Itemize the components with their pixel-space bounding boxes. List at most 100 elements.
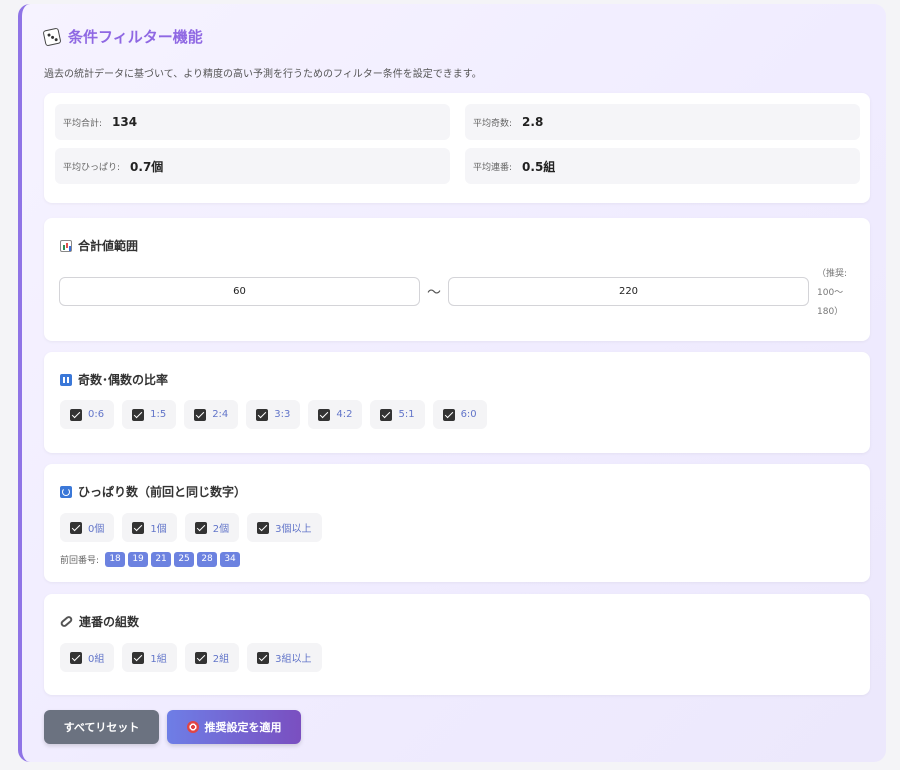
apply-recommended-button[interactable]: 推奨設定を適用	[167, 710, 301, 744]
odd-even-option[interactable]: 3:3	[246, 400, 301, 429]
previous-number-badge: 28	[197, 552, 218, 567]
option-label: 1個	[150, 524, 167, 535]
option-label: 2組	[212, 654, 230, 665]
odd-even-option[interactable]: 4:2	[308, 400, 363, 429]
odd-even-option[interactable]: 0:6	[60, 400, 115, 429]
hint-line: 100〜	[817, 288, 844, 298]
odd-even-option[interactable]: 5:1	[370, 400, 425, 429]
bar-chart-icon	[60, 239, 72, 252]
hint-line: （推奨:	[817, 269, 848, 279]
stat-value: 2.8	[522, 115, 544, 129]
option-label: 3個以上	[275, 524, 312, 535]
option-label: 2個	[212, 524, 230, 535]
hint-line: 180）	[817, 307, 844, 317]
odd-even-options: 0:6 1:5 2:4 3:3 4:2 5:1 6:0	[60, 400, 487, 429]
consecutive-options: 0組 1組 2組 3組以上	[60, 643, 322, 672]
consecutive-option[interactable]: 2組	[184, 643, 240, 672]
range-separator: 〜	[427, 285, 441, 301]
panel-title: 条件フィルター機能	[42, 26, 203, 47]
checkbox-checked-icon[interactable]	[318, 408, 331, 421]
filter-panel: 条件フィルター機能 過去の統計データに基づいて、より精度の高い予測を行うためのフ…	[18, 4, 886, 762]
sum-max-input[interactable]: 220	[448, 277, 809, 306]
odd-even-card: 奇数･偶数の比率 0:6 1:5 2:4 3:3 4:2 5:1 6:0	[44, 352, 870, 453]
option-label: 2:4	[212, 409, 229, 420]
panel-description: 過去の統計データに基づいて、より精度の高い予測を行うためのフィルター条件を設定で…	[44, 69, 482, 80]
option-label: 0:6	[88, 409, 105, 420]
pull-title-text: ひっぱり数（前回と同じ数字）	[78, 485, 247, 499]
pull-option[interactable]: 0個	[60, 513, 115, 542]
stat-avg-pull: 平均ひっぱり: 0.7個	[55, 148, 450, 184]
option-label: 3:3	[274, 409, 291, 420]
option-label: 1:5	[150, 409, 167, 420]
checkbox-checked-icon[interactable]	[380, 408, 393, 421]
checkbox-checked-icon[interactable]	[194, 408, 207, 421]
panel-title-text: 条件フィルター機能	[68, 28, 203, 46]
pull-option[interactable]: 3個以上	[247, 513, 322, 542]
consecutive-title: 連番の組数	[59, 613, 140, 630]
odd-even-option[interactable]: 2:4	[184, 400, 239, 429]
checkbox-checked-icon[interactable]	[194, 651, 207, 664]
option-label: 3組以上	[275, 654, 312, 665]
odd-even-title: 奇数･偶数の比率	[60, 371, 168, 388]
checkbox-checked-icon[interactable]	[70, 408, 82, 421]
stat-avg-consec: 平均連番: 0.5組	[465, 148, 860, 184]
checkbox-checked-icon[interactable]	[70, 651, 82, 664]
previous-number-badge: 34	[220, 552, 241, 567]
stat-label: 平均連番:	[473, 162, 513, 173]
stat-value: 0.5組	[522, 159, 556, 174]
pull-option[interactable]: 1個	[122, 513, 177, 542]
numbers-icon	[60, 373, 72, 386]
pull-option[interactable]: 2個	[184, 513, 240, 542]
stat-value: 134	[112, 115, 138, 129]
target-icon	[186, 721, 199, 733]
odd-even-title-text: 奇数･偶数の比率	[78, 373, 169, 387]
checkbox-checked-icon[interactable]	[257, 521, 270, 534]
checkbox-checked-icon[interactable]	[132, 521, 145, 534]
stat-avg-odd: 平均奇数: 2.8	[465, 104, 860, 140]
option-label: 5:1	[398, 409, 415, 420]
previous-numbers-label: 前回番号:	[60, 556, 100, 566]
option-label: 1組	[150, 654, 167, 665]
stat-label: 平均ひっぱり:	[63, 162, 121, 173]
checkbox-checked-icon[interactable]	[132, 651, 145, 664]
sum-range-card: 合計値範囲 60 〜 220 （推奨: 100〜 180）	[44, 218, 870, 341]
stat-label: 平均合計:	[63, 118, 103, 129]
checkbox-checked-icon[interactable]	[194, 521, 207, 534]
dice-icon	[42, 27, 62, 46]
previous-number-badge: 21	[151, 552, 172, 567]
odd-even-option[interactable]: 6:0	[432, 400, 487, 429]
previous-numbers: 前回番号: 18 19 21 25 28 34	[60, 552, 241, 567]
cycle-icon	[60, 485, 72, 498]
stats-card: 平均合計: 134 平均奇数: 2.8 平均ひっぱり: 0.7個 平均連番: 0…	[44, 93, 870, 203]
option-label: 4:2	[336, 409, 353, 420]
stat-label: 平均奇数:	[473, 118, 513, 129]
option-label: 0個	[88, 524, 105, 535]
odd-even-option[interactable]: 1:5	[122, 400, 177, 429]
option-label: 6:0	[460, 409, 477, 420]
consecutive-option[interactable]: 0組	[60, 643, 115, 672]
previous-number-badge: 18	[105, 552, 126, 567]
link-icon	[59, 614, 74, 629]
checkbox-checked-icon[interactable]	[132, 408, 145, 421]
checkbox-checked-icon[interactable]	[257, 651, 270, 664]
pull-options: 0個 1個 2個 3個以上	[60, 513, 322, 542]
pull-title: ひっぱり数（前回と同じ数字）	[60, 483, 246, 500]
apply-recommended-label: 推奨設定を適用	[204, 721, 282, 734]
option-label: 0組	[88, 654, 105, 665]
previous-number-badge: 25	[174, 552, 195, 567]
consecutive-title-text: 連番の組数	[79, 615, 140, 629]
previous-number-badge: 19	[128, 552, 149, 567]
sum-min-input[interactable]: 60	[59, 277, 420, 306]
consecutive-option[interactable]: 1組	[122, 643, 177, 672]
checkbox-checked-icon[interactable]	[442, 408, 455, 421]
reset-all-button[interactable]: すべてリセット	[44, 710, 159, 744]
checkbox-checked-icon[interactable]	[256, 408, 269, 421]
consecutive-option[interactable]: 3組以上	[247, 643, 322, 672]
sum-range-title: 合計値範囲	[60, 237, 138, 254]
pull-card: ひっぱり数（前回と同じ数字） 0個 1個 2個 3個以上 前回番号: 18 19…	[44, 464, 870, 582]
checkbox-checked-icon[interactable]	[70, 521, 82, 534]
sum-range-title-text: 合計値範囲	[78, 239, 139, 253]
stat-value: 0.7個	[130, 159, 164, 174]
sum-range-hint: （推奨: 100〜 180）	[817, 265, 867, 322]
consecutive-card: 連番の組数 0組 1組 2組 3組以上	[44, 594, 870, 695]
